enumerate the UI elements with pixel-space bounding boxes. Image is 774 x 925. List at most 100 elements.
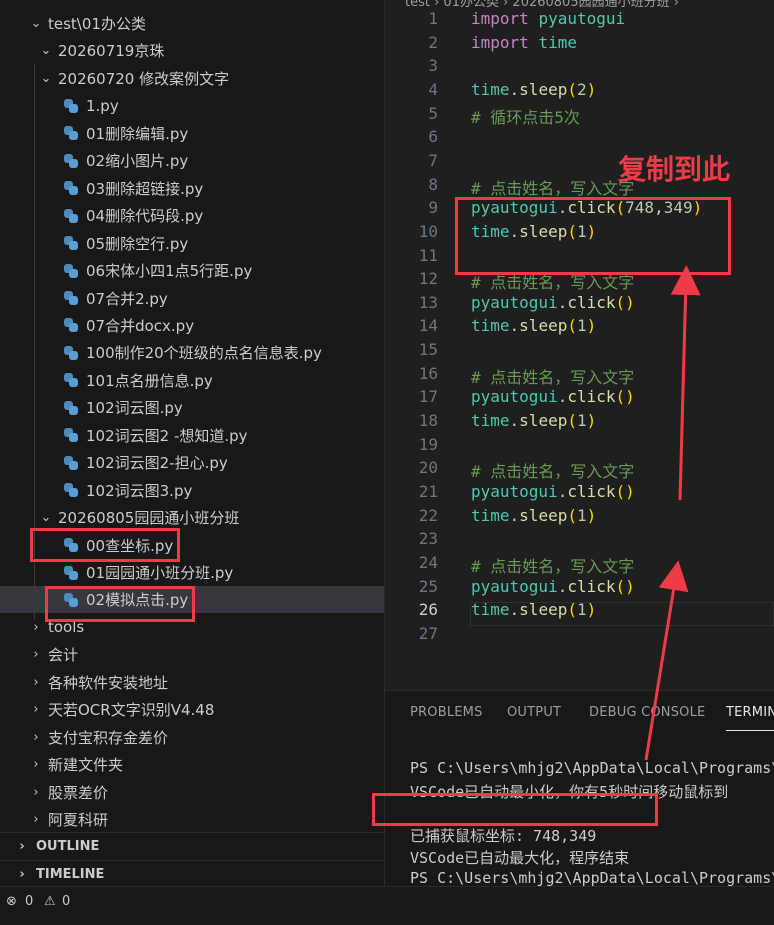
error-count[interactable]: 0 bbox=[25, 894, 33, 909]
code-line[interactable]: 25 pyautogui.click() bbox=[385, 577, 774, 601]
code-token: # 点击姓名，写入文字 bbox=[471, 367, 635, 387]
file-item[interactable]: 100制作20个班级的点名信息表.py bbox=[0, 339, 384, 366]
tree-item-label: 股票差价 bbox=[48, 783, 109, 802]
tree-item-label: 102词云图2-担心.py bbox=[86, 454, 228, 473]
code-line[interactable]: 4 time.sleep(2) bbox=[385, 80, 774, 104]
code-line[interactable]: 14 time.sleep(1) bbox=[385, 316, 774, 340]
annotation-box-file-00 bbox=[30, 528, 180, 562]
file-item[interactable]: 03删除超链接.py bbox=[0, 175, 384, 202]
file-item[interactable]: 07合并docx.py bbox=[0, 312, 384, 339]
code-token: ( bbox=[567, 600, 577, 620]
code-line[interactable]: 13 pyautogui.click() bbox=[385, 293, 774, 317]
line-number: 2 bbox=[428, 32, 438, 52]
line-number: 4 bbox=[428, 79, 438, 99]
code-token: ( bbox=[567, 79, 577, 99]
terminal-line: PS C:\Users\mhjg2\AppData\Local\Programs… bbox=[410, 759, 774, 777]
file-item[interactable]: 1.py bbox=[0, 92, 384, 119]
folder-item[interactable]: › 阿夏科研 bbox=[0, 806, 384, 833]
code-token: pyautogui bbox=[471, 482, 558, 501]
warning-icon[interactable]: ⚠ bbox=[44, 894, 56, 909]
file-item[interactable]: 01删除编辑.py bbox=[0, 120, 384, 147]
code-line[interactable]: 26 time.sleep(1) bbox=[385, 600, 774, 624]
folder-item[interactable]: ⌄ 20260719京珠 bbox=[0, 37, 384, 64]
code-token: # 点击姓名，写入文字 bbox=[471, 273, 635, 293]
file-item[interactable]: 07合并2.py bbox=[0, 285, 384, 312]
folder-item[interactable]: › 股票差价 bbox=[0, 779, 384, 806]
code-line[interactable]: 18 time.sleep(1) bbox=[385, 411, 774, 435]
code-line[interactable]: 2 import time bbox=[385, 33, 774, 57]
timeline-label: TIMELINE bbox=[36, 867, 105, 882]
file-item[interactable]: 05删除空行.py bbox=[0, 230, 384, 257]
code-token: sleep bbox=[519, 505, 568, 525]
code-token: 1 bbox=[576, 600, 587, 620]
error-icon[interactable]: ⊗ bbox=[6, 894, 17, 909]
file-item[interactable]: 102词云图.py bbox=[0, 394, 384, 421]
folder-item[interactable]: ⌄ test\01办公类 bbox=[0, 10, 384, 37]
code-token: 1 bbox=[576, 316, 587, 336]
code-token: ) bbox=[586, 505, 597, 525]
code-token: import bbox=[471, 32, 529, 52]
code-line[interactable]: 22 time.sleep(1) bbox=[385, 506, 774, 530]
python-file-icon bbox=[64, 291, 78, 305]
code-line[interactable]: 23 bbox=[385, 529, 774, 553]
file-item[interactable]: 06宋体小四1点5行距.py bbox=[0, 257, 384, 284]
python-file-icon bbox=[64, 373, 78, 388]
code-line[interactable]: 3 bbox=[385, 56, 774, 80]
code-token: pyautogui bbox=[538, 9, 626, 28]
folder-item[interactable]: › 天若OCR文字识别V4.48 bbox=[0, 696, 384, 723]
terminal-line: PS C:\Users\mhjg2\AppData\Local\Programs… bbox=[410, 869, 774, 887]
tree-item-label: 各种软件安装地址 bbox=[48, 673, 169, 692]
file-item[interactable]: 102词云图3.py bbox=[0, 477, 384, 504]
outline-label: OUTLINE bbox=[36, 839, 100, 854]
folder-item[interactable]: › 会计 bbox=[0, 641, 384, 668]
code-token: pyautogui bbox=[471, 292, 558, 312]
warning-count[interactable]: 0 bbox=[62, 894, 70, 909]
code-line[interactable]: 17 pyautogui.click() bbox=[385, 387, 774, 411]
code-line[interactable]: 24 # 点击姓名，写入文字 bbox=[385, 553, 774, 577]
panel-tab[interactable]: TERMINAL bbox=[726, 705, 774, 720]
file-item[interactable]: 101点名册信息.py bbox=[0, 367, 384, 394]
file-item[interactable]: 04删除代码段.py bbox=[0, 202, 384, 229]
code-line[interactable]: 20 # 点击姓名，写入文字 bbox=[385, 458, 774, 482]
line-number: 13 bbox=[418, 292, 438, 312]
folder-item[interactable]: › 支付宝积存金差价 bbox=[0, 724, 384, 751]
code-token: . bbox=[509, 600, 520, 620]
folder-item[interactable]: › 新建文件夹 bbox=[0, 751, 384, 778]
line-code: import pyautogui bbox=[471, 9, 625, 28]
python-file-icon bbox=[64, 236, 78, 251]
code-token: time bbox=[471, 600, 510, 620]
timeline-section-header[interactable]: › TIMELINE bbox=[0, 860, 384, 886]
panel-tab[interactable]: OUTPUT bbox=[507, 705, 561, 720]
file-item[interactable]: 102词云图2-担心.py bbox=[0, 449, 384, 476]
code-line[interactable]: 1 import pyautogui bbox=[385, 9, 774, 33]
chevron-right-icon: › bbox=[33, 674, 39, 690]
code-line[interactable]: 27 bbox=[385, 624, 774, 648]
line-number: 17 bbox=[418, 387, 438, 407]
code-editor[interactable]: test › 01办公类 › 20260805园园通小班分班 › 1 import… bbox=[385, 0, 774, 690]
folder-item[interactable]: › 各种软件安装地址 bbox=[0, 669, 384, 696]
panel-tab[interactable]: PROBLEMS bbox=[410, 705, 483, 720]
outline-section-header[interactable]: › OUTLINE bbox=[0, 832, 384, 860]
tree-item-label: 03删除超链接.py bbox=[86, 179, 204, 198]
code-token: sleep bbox=[519, 79, 568, 99]
file-item[interactable]: 102词云图2 -想知道.py bbox=[0, 422, 384, 449]
folder-item[interactable]: ⌄ 20260720 修改案例文字 bbox=[0, 65, 384, 92]
panel-tab[interactable]: DEBUG CONSOLE bbox=[589, 705, 705, 720]
code-line[interactable]: 19 bbox=[385, 435, 774, 459]
line-code: import time bbox=[471, 33, 577, 52]
file-item[interactable]: 01园园通小班分班.py bbox=[0, 559, 384, 586]
annotation-box-code bbox=[455, 197, 731, 275]
file-item[interactable]: 02缩小图片.py bbox=[0, 147, 384, 174]
code-token: pyautogui bbox=[471, 576, 558, 596]
code-token: () bbox=[615, 292, 635, 312]
line-number: 15 bbox=[418, 340, 438, 360]
code-line[interactable]: 5 # 循环点击5次 bbox=[385, 104, 774, 128]
code-token: click bbox=[567, 482, 616, 501]
code-line[interactable]: 16 # 点击姓名，写入文字 bbox=[385, 364, 774, 388]
code-token: pyautogui bbox=[471, 387, 558, 407]
code-line[interactable]: 21 pyautogui.click() bbox=[385, 482, 774, 506]
line-code: # 循环点击5次 bbox=[471, 104, 580, 128]
line-code: time.sleep(1) bbox=[471, 506, 596, 525]
code-line[interactable]: 15 bbox=[385, 340, 774, 364]
tree-item-label: 支付宝积存金差价 bbox=[48, 728, 169, 747]
